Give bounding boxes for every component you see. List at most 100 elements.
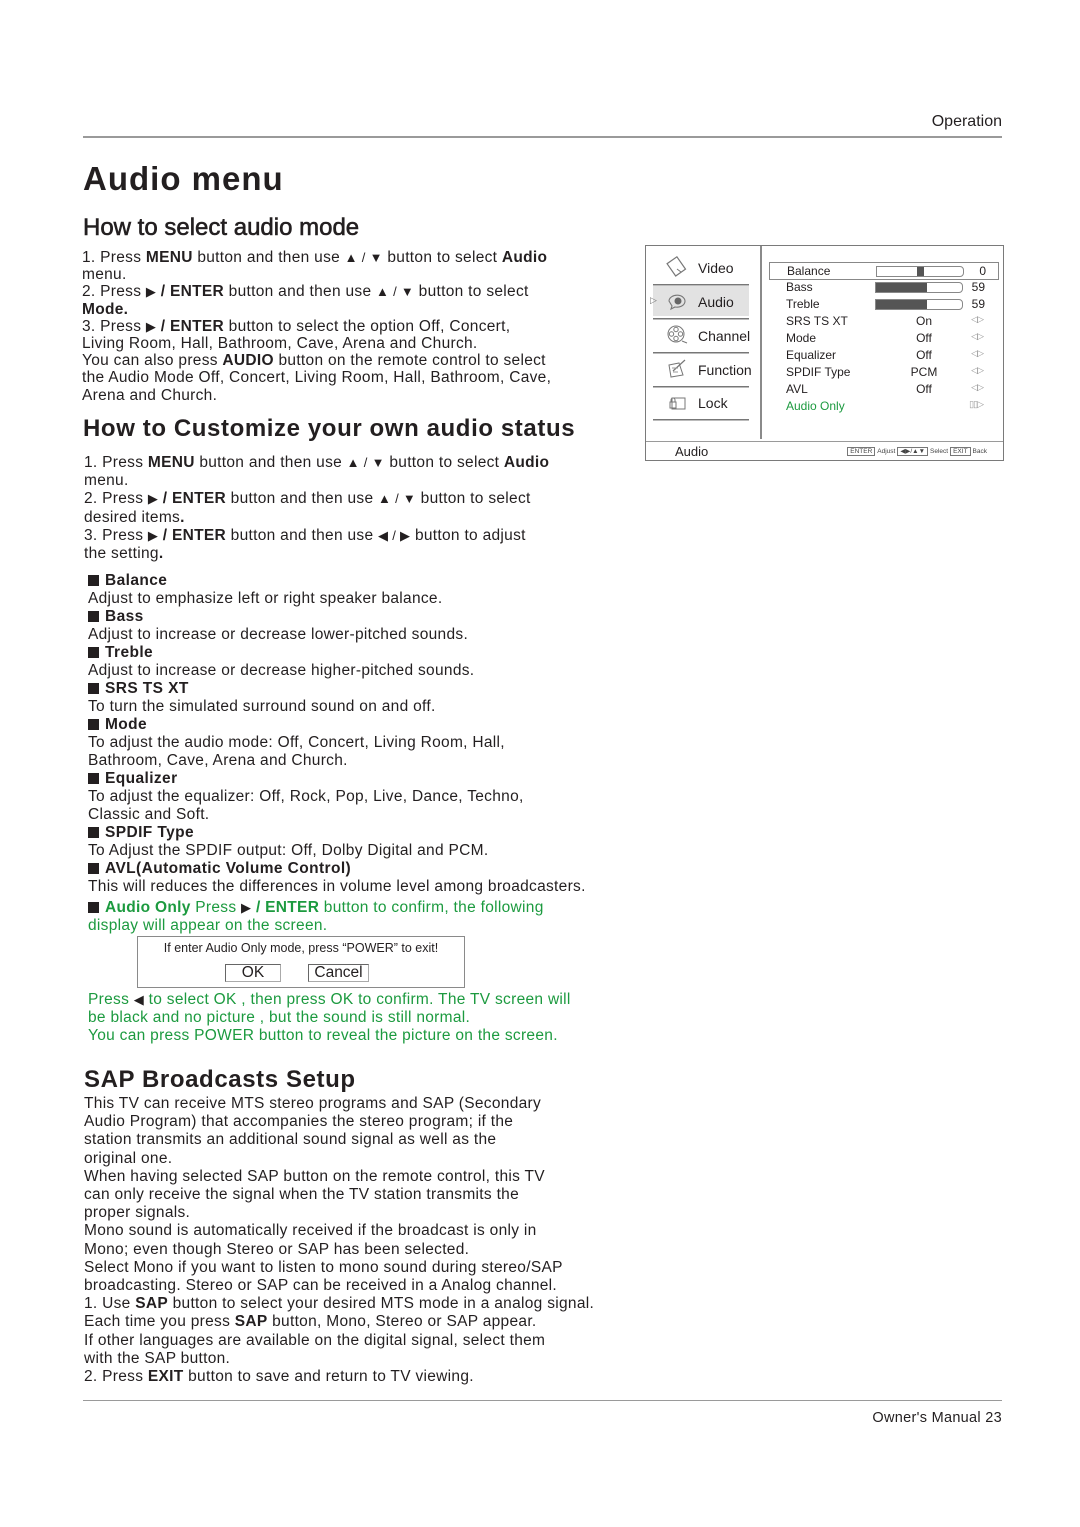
- audio-only-text: Press: [190, 899, 242, 916]
- bass-slider[interactable]: [875, 282, 963, 293]
- osd-nav-item-video[interactable]: Video: [653, 252, 749, 282]
- osd-row-value: PCM: [910, 365, 938, 379]
- text: 1. Press: [84, 454, 148, 471]
- arrow-icon: ▲ / ▼: [344, 250, 383, 265]
- osd-row-srs-ts-xt[interactable]: SRS TS XT On ◁▷: [769, 313, 997, 329]
- text: Mono sound is automatically received if …: [84, 1222, 537, 1240]
- key-label: / ENTER: [156, 283, 225, 301]
- instruction-line: menu.: [82, 266, 627, 283]
- text: menu.: [82, 266, 127, 284]
- osd-row-label: SRS TS XT: [786, 314, 848, 328]
- osd-row-label: Bass: [786, 280, 813, 294]
- audio-osd-menu: Video ▷ Audio Channel Function Lock Balance 0 B…: [645, 245, 1004, 461]
- instruction-line: 1. Press MENU button and then use ▲ / ▼ …: [82, 249, 627, 266]
- setting-item-label: SRS TS XT: [105, 680, 189, 697]
- sap-line: with the SAP button.: [84, 1350, 654, 1368]
- setting-item-label: Equalizer: [105, 770, 178, 787]
- text: button to select your desired MTS mode i…: [168, 1295, 595, 1313]
- setting-item-label: Mode: [105, 716, 148, 733]
- bullet-square-icon: [88, 902, 99, 913]
- setting-item-title: Mode: [88, 716, 648, 734]
- instruction-line: Mode.: [82, 301, 627, 318]
- left-right-arrows-icon[interactable]: ◁▷: [971, 314, 984, 325]
- enter-arrow-icon[interactable]: ▯▯▷: [969, 399, 984, 410]
- text: can only receive the signal when the TV …: [84, 1186, 520, 1204]
- text: menu.: [84, 472, 129, 490]
- sap-line: Select Mono if you want to listen to mon…: [84, 1259, 654, 1277]
- left-right-arrows-icon[interactable]: ◁▷: [971, 348, 984, 359]
- audio-only-intro: Audio Only Press ▶ / ENTER button to con…: [88, 899, 648, 935]
- osd-row-label: Equalizer: [786, 348, 837, 362]
- osd-row-treble[interactable]: Treble 59: [769, 296, 997, 312]
- osd-nav-item-channel[interactable]: Channel: [653, 320, 751, 350]
- key-label: AUDIO: [222, 352, 274, 370]
- key-label: .: [180, 508, 185, 526]
- treble-slider[interactable]: [875, 299, 963, 310]
- left-right-arrows-icon[interactable]: ◁▷: [971, 382, 984, 393]
- text: button and then use: [226, 490, 378, 508]
- setting-item-title: Equalizer: [88, 770, 648, 788]
- osd-row-audio-only[interactable]: Audio Only ▯▯▷: [769, 398, 997, 414]
- followup-line: be black and no picture , but the sound …: [88, 1009, 648, 1027]
- text: Select Mono if you want to listen to mon…: [84, 1258, 563, 1276]
- instruction-line: 3. Press ▶ / ENTER button and then use ◀…: [84, 527, 629, 545]
- sap-line: Audio Program) that accompanies the ster…: [84, 1113, 654, 1131]
- audio-icon: [665, 289, 689, 313]
- arrow-icon: ▲ / ▼: [346, 455, 385, 470]
- osd-row-avl[interactable]: AVL Off ◁▷: [769, 381, 997, 397]
- customize-instructions: 1. Press MENU button and then use ▲ / ▼ …: [84, 454, 629, 563]
- text: 2. Press: [82, 283, 146, 301]
- text: When having selected SAP button on the r…: [84, 1167, 545, 1185]
- setting-item-title: SPDIF Type: [88, 824, 648, 842]
- key-label: / ENTER: [156, 317, 225, 335]
- osd-nav-label: Channel: [698, 328, 751, 344]
- osd-row-bass[interactable]: Bass 59: [769, 279, 997, 295]
- text: button to select: [414, 283, 529, 301]
- osd-nav-item-lock[interactable]: Lock: [653, 387, 749, 417]
- cancel-button[interactable]: Cancel: [308, 964, 369, 982]
- slider-knob[interactable]: [917, 267, 924, 276]
- text: button to save and return to TV viewing.: [183, 1368, 474, 1386]
- sap-line: broadcasting. Stereo or SAP can be recei…: [84, 1277, 654, 1295]
- osd-row-value: 59: [971, 297, 985, 311]
- osd-nav-item-function[interactable]: Function: [653, 354, 752, 384]
- setting-item-description: Adjust to emphasize left or right speake…: [88, 590, 443, 607]
- left-right-arrows-icon[interactable]: ◁▷: [971, 365, 984, 376]
- arrow-icon: ◀ / ▶: [378, 527, 411, 543]
- sap-line: Mono sound is automatically received if …: [84, 1222, 654, 1240]
- bullet-square-icon: [88, 575, 99, 586]
- arrow-icon: ▲ / ▼: [378, 491, 417, 507]
- audio-only-text-2: button to confirm, the following: [319, 899, 544, 916]
- balance-slider[interactable]: [876, 266, 964, 277]
- setting-item: Bass Adjust to increase or decrease lower…: [88, 608, 648, 644]
- osd-nav-item-audio[interactable]: ▷ Audio: [650, 286, 749, 316]
- left-right-arrows-icon[interactable]: ◁▷: [971, 331, 984, 342]
- arrow-icon: ▶: [145, 284, 157, 300]
- osd-row-mode[interactable]: Mode Off ◁▷: [769, 330, 997, 346]
- key-label: SAP: [234, 1313, 268, 1331]
- ok-button[interactable]: OK: [225, 964, 281, 982]
- setting-item: SRS TS XT To turn the simulated surround …: [88, 680, 648, 716]
- sap-line: Mono; even though Stereo or SAP has been…: [84, 1241, 654, 1259]
- page-footer: Owner's Manual 23: [872, 1410, 1002, 1426]
- osd-nav-label: Lock: [698, 395, 728, 411]
- nav-keys: ◀▶/▲▼: [897, 447, 929, 456]
- osd-nav-label: Audio: [698, 294, 734, 310]
- back-hint: Back: [972, 448, 987, 455]
- osd-row-spdif-type[interactable]: SPDIF Type PCM ◁▷: [769, 364, 997, 380]
- text: Living Room, Hall, Bathroom, Cave, Arena…: [82, 335, 478, 353]
- instruction-line: Arena and Church.: [82, 387, 627, 404]
- osd-row-balance[interactable]: Balance 0: [769, 262, 999, 280]
- function-icon: [665, 357, 689, 381]
- text: button and then use: [194, 454, 347, 471]
- video-icon: [665, 255, 689, 279]
- setting-item-label: AVL(Automatic Volume Control): [105, 860, 352, 877]
- bullet-square-icon: [88, 827, 99, 838]
- osd-row-equalizer[interactable]: Equalizer Off ◁▷: [769, 347, 997, 363]
- arrow-icon: ▶: [147, 527, 159, 543]
- followup-line: Press ◀ to select OK , then press OK to …: [88, 991, 648, 1009]
- text: button and then use: [226, 526, 378, 544]
- audio-only-dialog: If enter Audio Only mode, press “POWER” …: [137, 936, 465, 988]
- right-arrow-icon: ▶: [241, 900, 252, 915]
- setting-item-description: To Adjust the SPDIF output: Off, Dolby D…: [88, 842, 489, 859]
